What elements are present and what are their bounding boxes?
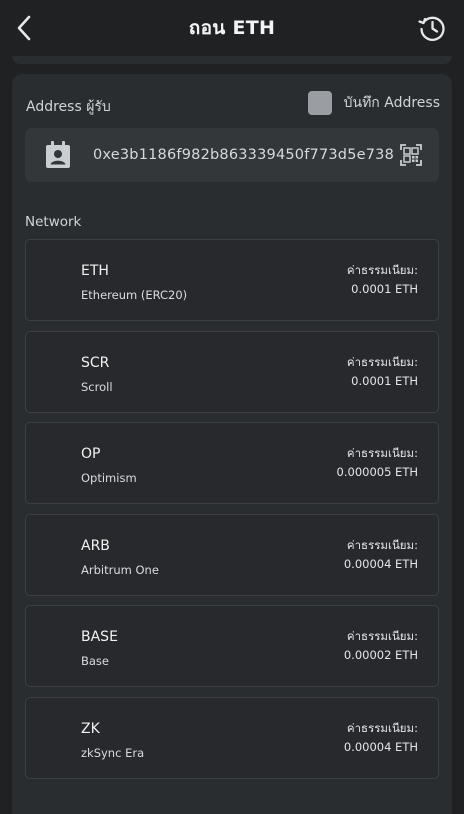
network-option-base[interactable]: BASE Base ค่าธรรมเนียม: 0.00002 ETH: [25, 605, 439, 687]
qr-scan-icon[interactable]: [400, 144, 422, 166]
network-symbol: OP: [81, 446, 101, 462]
network-symbol: BASE: [81, 629, 118, 645]
fee-label: ค่าธรรมเนียม:: [346, 720, 418, 735]
address-input[interactable]: 0xe3b1186f982b863339450f773d5e738: [25, 128, 439, 182]
contact-book-icon[interactable]: [45, 141, 71, 169]
network-name: Optimism: [81, 471, 137, 485]
withdraw-form-panel: Address ผู้รับ บันทึก Address 0xe3b1186f…: [12, 74, 452, 814]
save-address-toggle[interactable]: บันทึก Address: [307, 91, 440, 115]
fee-label: ค่าธรรมเนียม:: [346, 446, 418, 460]
save-address-checkbox[interactable]: [307, 91, 332, 115]
fee-label: ค่าธรรมเนียม:: [346, 263, 418, 277]
network-list: ETH Ethereum (ERC20) ค่าธรรมเนียม: 0.000…: [25, 239, 439, 788]
network-name: zkSync Era: [81, 745, 145, 760]
network-symbol: ARB: [81, 537, 110, 554]
network-symbol: ZK: [81, 720, 100, 737]
fee-value: 0.00004 ETH: [343, 739, 418, 754]
fee-value: 0.00004 ETH: [343, 556, 418, 571]
address-label: Address ผู้รับ: [26, 99, 111, 115]
network-option-zk[interactable]: ZK zkSync Era ค่าธรรมเนียม: 0.00004 ETH: [25, 696, 439, 779]
save-address-label: บันทึก Address: [343, 95, 440, 111]
network-symbol: SCR: [81, 354, 110, 371]
chevron-left-icon: [17, 15, 31, 41]
network-name: Ethereum (ERC20): [81, 288, 188, 302]
network-option-eth[interactable]: ETH Ethereum (ERC20) ค่าธรรมเนียม: 0.000…: [25, 239, 439, 321]
history-button[interactable]: [416, 12, 448, 44]
back-button[interactable]: [8, 12, 40, 44]
fee-label: ค่าธรรมเนียม:: [346, 537, 418, 552]
network-option-op[interactable]: OP Optimism ค่าธรรมเนียม: 0.000005 ETH: [25, 422, 439, 504]
fee-value: 0.0001 ETH: [351, 373, 418, 388]
fee-label: ค่าธรรมเนียม:: [346, 354, 418, 369]
network-name: Base: [81, 654, 110, 668]
network-option-arb[interactable]: ARB Arbitrum One ค่าธรรมเนียม: 0.00004 E…: [25, 513, 439, 596]
fee-value: 0.000005 ETH: [336, 465, 418, 479]
network-name: Scroll: [81, 379, 113, 394]
history-clock-icon: [418, 16, 445, 41]
page-title: ถอน ETH: [188, 17, 276, 39]
fee-value: 0.00002 ETH: [343, 648, 418, 662]
network-label: Network: [25, 214, 82, 230]
app-header: ถอน ETH: [0, 0, 464, 56]
network-symbol: ETH: [81, 263, 109, 279]
fee-label: ค่าธรรมเนียม:: [346, 629, 418, 643]
previous-section-edge: [12, 56, 452, 64]
address-value: 0xe3b1186f982b863339450f773d5e738: [93, 147, 395, 163]
network-name: Arbitrum One: [81, 562, 159, 577]
fee-value: 0.0001 ETH: [351, 282, 418, 296]
network-option-scr[interactable]: SCR Scroll ค่าธรรมเนียม: 0.0001 ETH: [25, 330, 439, 413]
